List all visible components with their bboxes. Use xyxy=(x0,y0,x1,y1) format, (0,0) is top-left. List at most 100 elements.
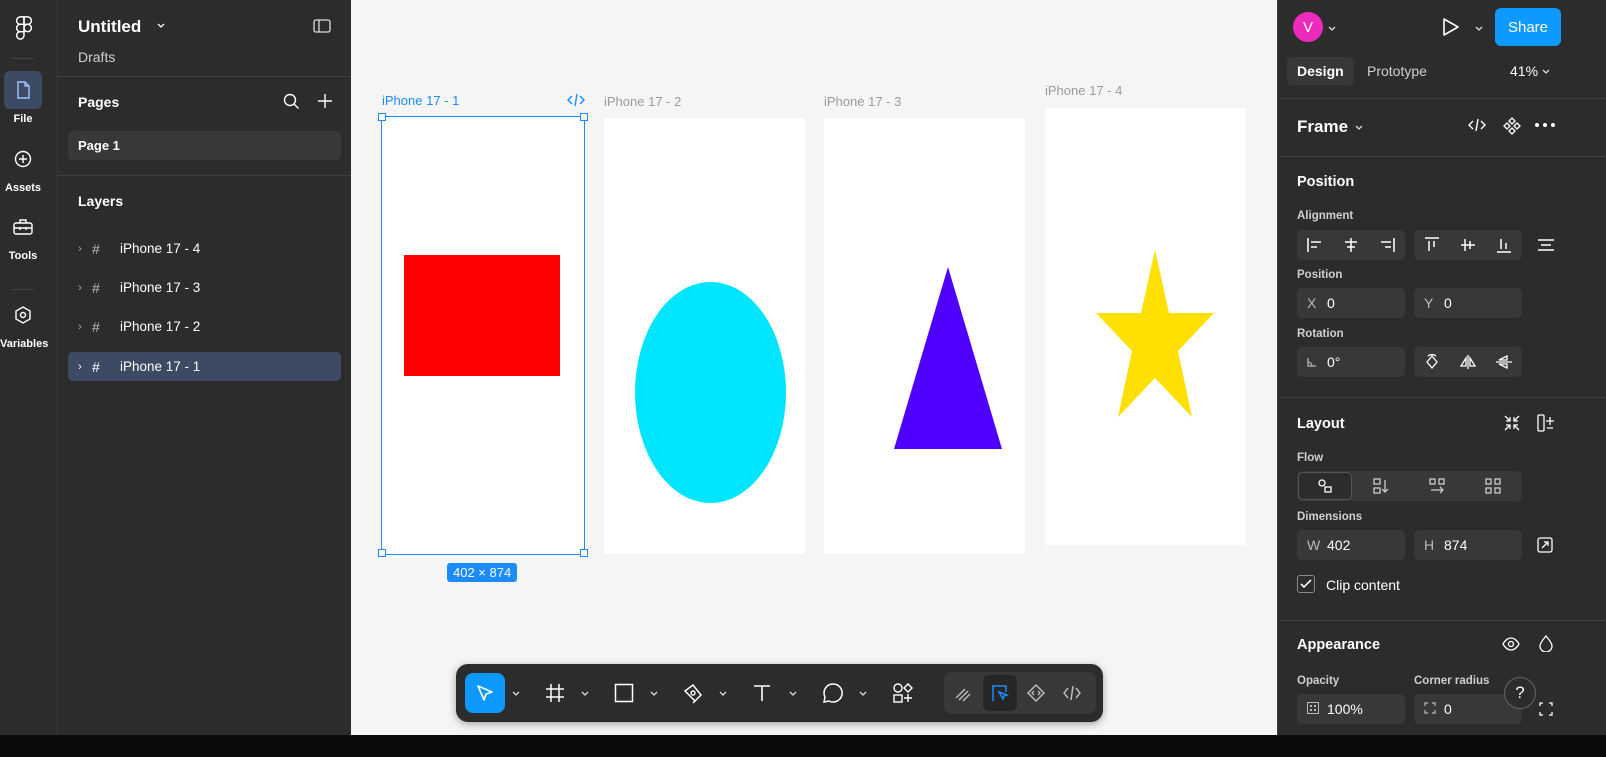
chevron-down-icon[interactable] xyxy=(1327,23,1337,33)
frame-tool-button[interactable] xyxy=(535,673,575,713)
ellipse-shape[interactable] xyxy=(635,282,786,503)
resize-handle[interactable] xyxy=(580,549,588,557)
rail-item-file[interactable]: File xyxy=(0,71,46,125)
frame-label[interactable]: iPhone 17 - 2 xyxy=(604,94,681,109)
design-mode-button[interactable] xyxy=(983,675,1017,711)
width-field[interactable]: W 402 xyxy=(1297,530,1405,560)
page-item[interactable]: Page 1 xyxy=(68,131,341,160)
horizontal-flow-icon[interactable] xyxy=(1410,471,1464,501)
chevron-down-icon[interactable] xyxy=(788,688,798,698)
file-title[interactable]: Untitled xyxy=(78,17,141,37)
draw-mode-button[interactable] xyxy=(946,675,980,711)
search-icon[interactable] xyxy=(283,93,300,110)
more-icon[interactable] xyxy=(1535,123,1555,127)
layer-row[interactable]: › # iPhone 17 - 2 xyxy=(68,312,341,341)
chevron-down-icon[interactable] xyxy=(156,20,166,30)
chevron-right-icon[interactable]: › xyxy=(68,321,92,333)
x-position-field[interactable]: X 0 xyxy=(1297,288,1405,318)
help-button[interactable]: ? xyxy=(1504,677,1536,709)
flow-group xyxy=(1297,471,1522,501)
frame-iphone-17-4[interactable] xyxy=(1045,108,1246,545)
rectangle-tool-button[interactable] xyxy=(604,673,644,713)
clip-content-checkbox[interactable] xyxy=(1297,575,1315,593)
align-bottom-icon[interactable] xyxy=(1486,230,1522,260)
chevron-down-icon[interactable] xyxy=(511,688,521,698)
code-icon[interactable] xyxy=(567,93,585,107)
add-page-icon[interactable] xyxy=(317,93,333,109)
height-field[interactable]: H 874 xyxy=(1414,530,1522,560)
align-top-icon[interactable] xyxy=(1414,230,1450,260)
actions-tool-button[interactable] xyxy=(883,673,923,713)
share-button[interactable]: Share xyxy=(1495,8,1561,46)
frame-label[interactable]: iPhone 17 - 3 xyxy=(824,94,901,109)
chevron-right-icon[interactable]: › xyxy=(68,282,92,294)
freeform-flow-icon[interactable] xyxy=(1298,472,1352,500)
layer-row[interactable]: › # iPhone 17 - 3 xyxy=(68,273,341,302)
blend-mode-icon[interactable] xyxy=(1539,635,1553,652)
grid-flow-icon[interactable] xyxy=(1466,471,1520,501)
frame-icon: # xyxy=(92,358,100,375)
collapse-icon[interactable] xyxy=(1504,415,1520,431)
resize-handle[interactable] xyxy=(378,549,386,557)
rotate-90-icon[interactable] xyxy=(1414,347,1450,377)
zoom-level[interactable]: 41% xyxy=(1510,63,1538,79)
dev-components-mode-button[interactable] xyxy=(1019,675,1053,711)
layer-name: iPhone 17 - 3 xyxy=(120,280,201,295)
file-location[interactable]: Drafts xyxy=(78,49,115,65)
frame-iphone-17-3[interactable] xyxy=(824,118,1025,554)
chevron-down-icon[interactable] xyxy=(1541,66,1551,76)
chevron-right-icon[interactable]: › xyxy=(68,243,92,255)
eye-icon[interactable] xyxy=(1502,637,1520,651)
rotation-field[interactable]: 0° xyxy=(1297,347,1405,377)
text-tool-button[interactable] xyxy=(742,673,782,713)
frame-label[interactable]: iPhone 17 - 1 xyxy=(382,93,459,108)
independent-corners-icon[interactable] xyxy=(1539,702,1553,716)
distribute-icon[interactable] xyxy=(1538,238,1554,252)
frame-iphone-17-2[interactable] xyxy=(604,118,805,554)
chevron-down-icon[interactable] xyxy=(1354,122,1364,132)
code-icon[interactable] xyxy=(1468,118,1486,132)
resize-handle[interactable] xyxy=(580,113,588,121)
pen-tool-button[interactable] xyxy=(673,673,713,713)
layer-row[interactable]: › # iPhone 17 - 4 xyxy=(68,234,341,263)
rail-item-assets[interactable]: Assets xyxy=(0,140,46,194)
play-icon[interactable] xyxy=(1439,16,1461,38)
triangle-shape[interactable] xyxy=(894,267,1002,450)
opacity-field[interactable]: 100% xyxy=(1297,694,1405,724)
chevron-down-icon[interactable] xyxy=(858,688,868,698)
component-icon[interactable] xyxy=(1503,117,1521,135)
frame-iphone-17-1[interactable] xyxy=(381,116,585,555)
align-center-horizontal-icon[interactable] xyxy=(1333,230,1369,260)
flip-vertical-icon[interactable] xyxy=(1486,347,1522,377)
star-shape[interactable] xyxy=(1096,250,1214,418)
resize-to-fit-icon[interactable] xyxy=(1537,537,1553,553)
chevron-right-icon[interactable]: › xyxy=(68,361,92,373)
canvas[interactable]: iPhone 17 - 1 402 × 874 iPhone 17 - 2 iP… xyxy=(351,0,1277,735)
chevron-down-icon[interactable] xyxy=(580,688,590,698)
figma-logo-icon[interactable] xyxy=(15,16,33,40)
comment-tool-button[interactable] xyxy=(813,673,853,713)
dev-mode-button[interactable] xyxy=(1055,675,1089,711)
flip-horizontal-icon[interactable] xyxy=(1450,347,1486,377)
frame-label[interactable]: iPhone 17 - 4 xyxy=(1045,83,1122,98)
move-tool-button[interactable] xyxy=(465,673,505,713)
vertical-flow-icon[interactable] xyxy=(1354,471,1408,501)
chevron-down-icon[interactable] xyxy=(1474,23,1484,33)
rectangle-shape[interactable] xyxy=(404,255,560,376)
y-position-field[interactable]: Y 0 xyxy=(1414,288,1522,318)
add-auto-layout-icon[interactable] xyxy=(1537,414,1555,432)
align-right-icon[interactable] xyxy=(1369,230,1405,260)
sidebar-toggle-icon[interactable] xyxy=(313,19,331,33)
avatar[interactable]: V xyxy=(1293,12,1323,42)
chevron-down-icon[interactable] xyxy=(718,688,728,698)
layer-row-selected[interactable]: › # iPhone 17 - 1 xyxy=(68,352,341,381)
rail-item-tools[interactable]: Tools xyxy=(0,208,46,262)
resize-handle[interactable] xyxy=(378,113,386,121)
chevron-down-icon[interactable] xyxy=(649,688,659,698)
tab-prototype[interactable]: Prototype xyxy=(1357,57,1437,85)
tab-design[interactable]: Design xyxy=(1287,57,1354,85)
rail-item-variables[interactable]: Variables xyxy=(0,296,48,350)
align-left-icon[interactable] xyxy=(1297,230,1333,260)
align-middle-icon[interactable] xyxy=(1450,230,1486,260)
frame-type-label[interactable]: Frame xyxy=(1297,117,1348,137)
